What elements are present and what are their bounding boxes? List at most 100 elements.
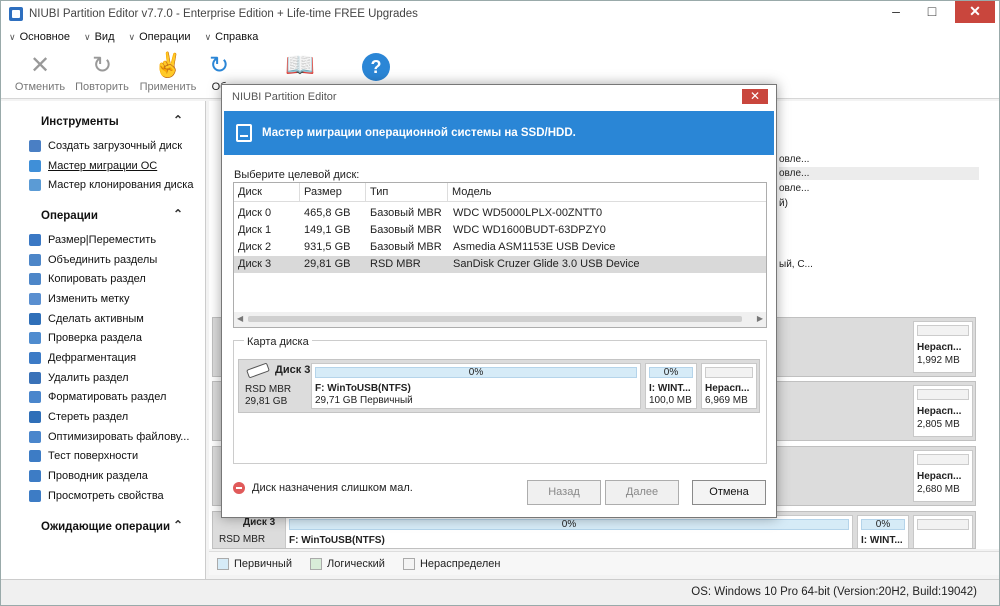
window-title: NIUBI Partition Editor v7.7.0 - Enterpri… [29,8,418,20]
disk-map-strip[interactable]: Диск 3 RSD MBR 29,81 GB 0% F: WinToUSB(N… [238,359,760,413]
partition-i[interactable]: 0% I: WINT... [857,515,909,548]
disk-row[interactable]: Диск 0 465,8 GB Базовый MBR WDC WD5000LPLX-… [234,205,766,222]
chevron-up-icon: ⌃ [172,517,183,532]
menu-help[interactable]: Справка [205,31,258,43]
unallocated-partition[interactable]: Нерасп... 1,992 MB [913,321,973,373]
back-button[interactable]: Назад [527,480,601,505]
unallocated-partition[interactable]: Нерасп... 2,805 MB [913,385,973,437]
chevron-up-icon: ⌃ [172,113,183,127]
disk-table: Диск Размер Тип Модель Диск 0 465,8 GB Баз… [233,182,767,328]
disk-map-label: Карта диска [244,336,312,348]
copy-icon [29,273,41,286]
tools-section-title[interactable]: Инструменты ⌃ [1,101,205,136]
select-disk-label: Выберите целевой диск: [234,169,360,181]
title-bar: NIUBI Partition Editor v7.7.0 - Enterpri… [1,1,999,27]
usb-drive-icon [246,362,270,379]
op-copy[interactable]: Копировать раздел [1,269,205,289]
question-icon: ? [345,51,407,81]
op-explorer[interactable]: Проводник раздела [1,466,205,486]
book-icon: 📖 [285,52,315,79]
next-button[interactable]: Далее [605,480,679,505]
maximize-button[interactable]: □ [917,1,947,23]
minimize-button[interactable]: – [881,1,911,23]
op-defrag[interactable]: Дефрагментация [1,348,205,368]
menu-operations[interactable]: Операции [129,31,190,43]
explorer-icon [29,470,41,483]
tool-clone-disk[interactable]: Мастер клонирования диска [1,175,205,195]
partition-i[interactable]: 0% I: WINT... 100,0 MB [645,363,697,409]
op-delete[interactable]: Удалить раздел [1,368,205,388]
col-type[interactable]: Тип [366,183,448,202]
menu-bar: Основное Вид Операции Справка [1,27,999,47]
partition-f[interactable]: 0% F: WinToUSB(NTFS) [285,515,853,548]
delete-icon [29,371,41,384]
boot-disk-icon [29,139,41,152]
disk-map: Диск 3 RSD MBR 29,81 GB 0% F: WinToUSB(N… [233,340,767,464]
op-optimize-fs[interactable]: Оптимизировать файлову... [1,427,205,447]
unallocated-partition[interactable]: Нерасп... 2,680 MB [913,450,973,502]
clone-icon [29,179,41,192]
horizontal-scrollbar[interactable]: ◀ ▶ [234,312,766,327]
op-format[interactable]: Форматировать раздел [1,388,205,408]
legend: Первичный Логический Нераспределен [209,551,999,575]
unallocated-partition[interactable]: Нерасп... 6,969 MB [701,363,757,409]
op-wipe[interactable]: Стереть раздел [1,407,205,427]
op-merge[interactable]: Объединить разделы [1,250,205,270]
chevron-up-icon: ⌃ [172,207,183,222]
menu-view[interactable]: Вид [84,31,115,43]
scrollbar-thumb[interactable] [248,316,742,322]
pending-section-title[interactable]: Ожидающие операции ⌃ [1,506,205,541]
os-migration-dialog: NIUBI Partition Editor ✕ Мастер миграции… [221,84,777,518]
format-icon [29,391,41,404]
left-panel: Инструменты ⌃ Создать загрузочный диск Ма… [1,101,206,579]
manual-button[interactable]: 📖 [269,51,331,81]
op-properties[interactable]: Просмотреть свойства [1,486,205,506]
cancel-button[interactable]: Отмена [692,480,766,505]
col-model[interactable]: Модель [448,183,766,202]
disk-row[interactable]: Диск 1 149,1 GB Базовый MBR WDC WD1600BUDT-… [234,222,766,239]
status-bar: OS: Windows 10 Pro 64-bit (Version:20H2,… [1,579,999,605]
close-x-icon: ✕ [29,52,51,79]
ops-section-title[interactable]: Операции ⌃ [1,195,205,230]
unallocated-partition[interactable] [913,515,973,548]
op-surface-test[interactable]: Тест поверхности [1,447,205,467]
disk-row[interactable]: Диск 2 931,5 GB Базовый MBR Asmedia ASM1153… [234,239,766,256]
eraser-icon [29,411,41,424]
redo-button[interactable]: ↻ Повторить [71,51,133,93]
op-label[interactable]: Изменить метку [1,289,205,309]
check-icon [29,332,41,345]
partition-f[interactable]: 0% F: WinToUSB(NTFS) 29,71 GB Первичный [311,363,641,409]
refresh-icon: ↻ [208,52,230,79]
close-button[interactable]: ✕ [955,1,995,23]
os-status: OS: Windows 10 Pro 64-bit (Version:20H2,… [691,586,977,598]
op-set-active[interactable]: Сделать активным [1,309,205,329]
help-button[interactable]: ? [345,51,407,81]
apply-button[interactable]: ✌ Применить [137,51,199,93]
surface-test-icon [29,450,41,463]
migration-icon [29,159,41,172]
disk-row-selected[interactable]: Диск 3 29,81 GB RSD MBR SanDisk Cruzer Glid… [234,256,766,273]
redo-icon: ↻ [91,52,113,79]
error-icon [233,482,245,494]
op-resize-move[interactable]: Размер|Переместить [1,230,205,250]
dialog-header: Мастер миграции операционной системы на … [224,111,774,155]
legend-logical: Логический [310,557,385,570]
tool-create-boot-disk[interactable]: Создать загрузочный диск [1,136,205,156]
error-message: Диск назначения слишком мал. [252,482,413,494]
thumbs-up-icon: ✌ [153,52,183,79]
flag-icon [29,312,41,325]
tool-os-migration[interactable]: Мастер миграции ОС [1,156,205,176]
dialog-title: NIUBI Partition Editor [222,85,776,109]
op-check[interactable]: Проверка раздела [1,329,205,349]
optimize-icon [29,430,41,443]
col-disk[interactable]: Диск [234,183,300,202]
menu-main[interactable]: Основное [9,31,70,43]
col-size[interactable]: Размер [300,183,366,202]
legend-unallocated: Нераспределен [402,557,500,570]
resize-icon [29,233,41,246]
migration-icon [236,124,252,142]
undo-button[interactable]: ✕ Отменить [9,51,71,93]
defrag-icon [29,352,41,365]
dialog-close-button[interactable]: ✕ [742,89,768,104]
pencil-icon [29,292,41,305]
